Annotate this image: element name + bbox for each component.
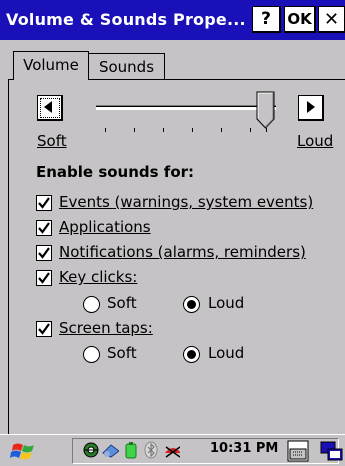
radio-selected-dot [187,350,196,359]
checkmark-icon [38,323,50,335]
screen-taps-soft-label[interactable]: Soft [107,344,137,362]
tab-sounds[interactable]: Sounds [89,53,165,79]
ok-button[interactable]: OK [284,6,316,33]
close-button[interactable]: ✕ [318,6,345,33]
slider-tick [250,128,251,132]
slider-tick [163,128,164,132]
volume-icon[interactable] [162,441,180,459]
slider-tick [266,128,267,132]
loud-label: Loud [297,132,334,150]
clock[interactable]: 10:31 PM [210,441,278,456]
applications-checkbox[interactable] [36,220,52,236]
key-clicks-soft-label[interactable]: Soft [107,294,137,312]
key-clicks-label[interactable]: Key clicks: [59,268,137,286]
screen-taps-loud-radio[interactable] [183,346,200,363]
key-clicks-checkbox[interactable] [36,270,52,286]
bluetooth-icon[interactable] [143,441,161,459]
volume-slider-track[interactable] [96,105,276,110]
events-checkbox[interactable] [36,195,52,211]
checkmark-icon [38,272,50,284]
volume-down-button[interactable] [37,95,63,121]
battery-icon[interactable] [124,441,142,459]
screen-taps-soft-radio[interactable] [83,346,100,363]
network-icon[interactable] [82,441,100,459]
radio-selected-dot [187,300,196,309]
events-label[interactable]: Events (warnings, system events) [59,193,313,211]
slider-tick [134,128,135,132]
soft-label: Soft [37,132,67,150]
connection-icon[interactable] [101,441,119,459]
slider-tick [192,128,193,132]
keyboard-icon[interactable] [287,440,309,462]
windows-flag-icon[interactable] [10,439,38,463]
screen-taps-checkbox[interactable] [36,321,52,337]
screen-taps-label[interactable]: Screen taps: [59,319,153,337]
volume-slider-thumb[interactable] [256,91,276,129]
checkmark-icon [38,222,50,234]
screen-taps-loud-label[interactable]: Loud [208,344,244,362]
window-title: Volume & Sounds Prope... [6,10,246,29]
enable-sounds-heading: Enable sounds for: [36,163,195,181]
checkmark-icon [38,247,50,259]
applications-label[interactable]: Applications [59,218,151,236]
switch-windows-icon[interactable] [320,440,344,462]
notifications-checkbox[interactable] [36,245,52,261]
volume-up-button[interactable] [298,95,324,121]
slider-tick [105,128,106,132]
checkmark-icon [38,197,50,209]
key-clicks-soft-radio[interactable] [83,296,100,313]
key-clicks-loud-label[interactable]: Loud [208,294,244,312]
tab-volume[interactable]: Volume [13,51,89,80]
left-arrow-icon [44,101,52,113]
key-clicks-loud-radio[interactable] [183,296,200,313]
notifications-label[interactable]: Notifications (alarms, reminders) [59,243,306,261]
right-arrow-icon [307,101,315,113]
help-button[interactable]: ? [252,6,281,33]
slider-tick [221,128,222,132]
